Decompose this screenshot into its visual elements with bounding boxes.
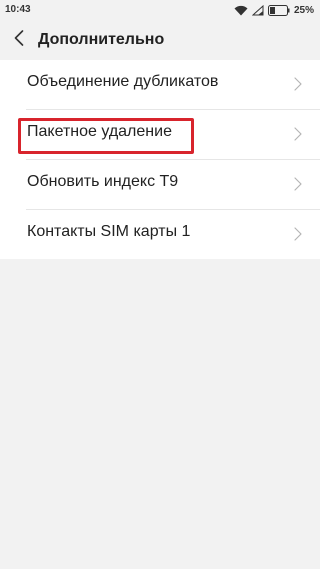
chevron-right-icon (294, 177, 302, 191)
menu-item-label: Контакты SIM карты 1 (27, 223, 191, 240)
settings-list: Объединение дубликатов Пакетное удаление… (0, 60, 320, 259)
signal-icon (251, 4, 264, 16)
header-bar: Дополнительно (0, 20, 320, 60)
menu-item-label: Пакетное удаление (27, 123, 172, 140)
chevron-left-icon (14, 29, 24, 51)
page-title: Дополнительно (38, 31, 165, 48)
status-icons: 25% (234, 3, 314, 17)
chevron-right-icon (294, 227, 302, 241)
menu-item-batch-delete[interactable]: Пакетное удаление (26, 109, 320, 159)
chevron-right-icon (294, 77, 302, 91)
status-bar: 10:43 25% (0, 0, 320, 20)
menu-item-label: Обновить индекс T9 (27, 173, 179, 190)
wifi-icon (234, 5, 248, 16)
chevron-right-icon (294, 127, 302, 141)
status-time: 10:43 (5, 4, 31, 15)
menu-item-merge-duplicates[interactable]: Объединение дубликатов (0, 60, 320, 109)
menu-item-sim-contacts[interactable]: Контакты SIM карты 1 (26, 209, 320, 259)
menu-item-update-t9-index[interactable]: Обновить индекс T9 (26, 159, 320, 209)
back-button[interactable] (8, 28, 30, 52)
battery-icon (267, 4, 290, 16)
battery-percent: 25% (293, 4, 314, 16)
menu-item-label: Объединение дубликатов (27, 73, 219, 90)
